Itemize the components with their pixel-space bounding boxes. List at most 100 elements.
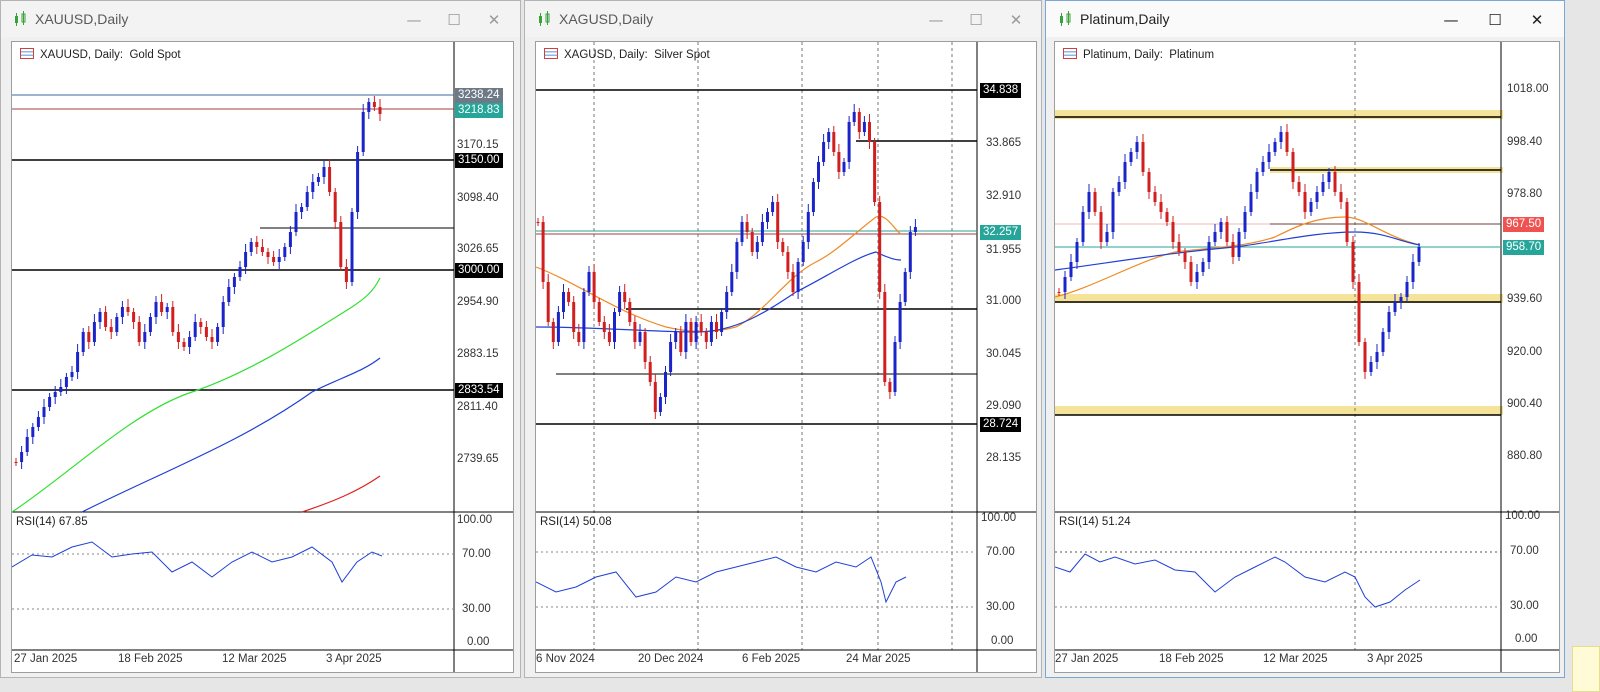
- candle-body: [244, 252, 248, 267]
- candle-body: [188, 337, 192, 347]
- chart-label-icon: [1063, 48, 1077, 59]
- vertical-grid: [593, 42, 953, 650]
- candle-body: [628, 302, 632, 322]
- rsi-scale-label: 0.00: [1515, 633, 1538, 645]
- price-tag: 34.838: [980, 83, 1022, 98]
- platinum-window-titlebar[interactable]: Platinum,Daily — ☐ ✕: [1046, 1, 1564, 37]
- minimize-button[interactable]: —: [1436, 9, 1466, 31]
- candle-body: [786, 252, 790, 272]
- candle-body: [913, 227, 917, 232]
- close-button[interactable]: ✕: [1001, 9, 1031, 31]
- date-label: 27 Jan 2025: [1055, 653, 1119, 665]
- candle-body: [643, 332, 647, 362]
- candle-body: [1393, 302, 1397, 312]
- candle-body: [1087, 192, 1091, 212]
- silver-window-titlebar[interactable]: XAGUSD,Daily — ☐ ✕: [525, 1, 1041, 37]
- platinum-candles: [1057, 124, 1421, 379]
- candle-body: [704, 332, 708, 342]
- candle-body: [143, 332, 147, 342]
- candle-body: [562, 292, 565, 312]
- rsi-label: RSI(14) 50.08: [540, 516, 612, 528]
- maximize-button[interactable]: ☐: [439, 9, 469, 31]
- candle-body: [740, 222, 744, 242]
- gold-chart-canvas[interactable]: [12, 42, 513, 672]
- candle-body: [898, 302, 902, 342]
- candle-body: [781, 242, 785, 252]
- minimize-button[interactable]: —: [399, 9, 429, 31]
- silver-chart-canvas[interactable]: [536, 42, 1036, 672]
- date-label: 20 Dec 2024: [638, 653, 704, 665]
- candle-body: [888, 382, 892, 392]
- candle-body: [1417, 247, 1421, 262]
- price-scale-label: 1018.00: [1507, 83, 1549, 95]
- candle-body: [1177, 242, 1181, 252]
- candle-body: [811, 182, 815, 212]
- candle-body: [176, 332, 180, 342]
- candle-body: [350, 212, 354, 282]
- candle-body: [216, 327, 220, 342]
- silver-chart-window[interactable]: XAGUSD,Daily — ☐ ✕ XAGUSD, Daily: Silver…: [524, 0, 1042, 678]
- candle-body: [165, 307, 169, 312]
- notification-corner[interactable]: [1572, 646, 1600, 692]
- rsi-scale-label: 0.00: [991, 635, 1014, 647]
- price-tag: 3000.00: [455, 263, 503, 278]
- candle-body: [199, 322, 203, 327]
- candle-body: [1075, 242, 1079, 262]
- minimize-button[interactable]: —: [921, 9, 951, 31]
- maximize-button[interactable]: ☐: [961, 9, 991, 31]
- candle-body: [827, 132, 831, 142]
- candle-body: [832, 132, 836, 152]
- candle-body: [1255, 172, 1259, 192]
- candle-body: [582, 292, 586, 342]
- close-button[interactable]: ✕: [1522, 9, 1552, 31]
- candle-body: [288, 232, 292, 247]
- silver-chart-area[interactable]: XAGUSD, Daily: Silver Spot RSI(14) 50.08…: [535, 41, 1037, 673]
- candle-body: [852, 112, 856, 122]
- candle-body: [1357, 282, 1361, 342]
- candle-body: [694, 322, 698, 342]
- candle-body: [1183, 252, 1187, 262]
- candle-body: [572, 302, 576, 332]
- gold-chart-window[interactable]: XAUUSD,Daily — ☐ ✕ XAUUSD, Daily: Gold S…: [0, 0, 521, 678]
- candle-body: [602, 322, 606, 332]
- candle-body: [367, 102, 371, 112]
- candle-body: [613, 312, 616, 342]
- price-scale-label: 900.40: [1507, 398, 1543, 410]
- candle-body: [182, 342, 186, 347]
- candle-body: [1303, 192, 1307, 212]
- candle-body: [76, 352, 80, 372]
- window-title: Platinum,Daily: [1080, 11, 1170, 27]
- candle-body: [847, 122, 851, 162]
- candle-body: [577, 332, 581, 342]
- platinum-chart-window[interactable]: Platinum,Daily — ☐ ✕ Platinum, Daily: Pl…: [1045, 0, 1565, 678]
- support-zone: [1055, 406, 1503, 415]
- candle-body: [333, 192, 337, 222]
- platinum-chart-canvas[interactable]: [1055, 42, 1559, 672]
- candle-body: [221, 302, 225, 327]
- platinum-chart-area[interactable]: Platinum, Daily: Platinum RSI(14) 51.24 …: [1054, 41, 1560, 673]
- candle-body: [1099, 212, 1103, 242]
- candle-body: [1363, 342, 1367, 372]
- candle-body: [1165, 212, 1169, 222]
- candle-body: [1135, 142, 1139, 152]
- maximize-button[interactable]: ☐: [1480, 9, 1510, 31]
- price-scale-label: 3170.15: [457, 139, 499, 151]
- ma-green: [12, 277, 381, 513]
- gold-window-titlebar[interactable]: XAUUSD,Daily — ☐ ✕: [1, 1, 520, 37]
- gold-chart-area[interactable]: XAUUSD, Daily: Gold Spot RSI(14) 67.85 3…: [11, 41, 514, 673]
- candle-body: [14, 462, 18, 463]
- candle-body: [1321, 182, 1325, 192]
- candle-body: [1375, 352, 1379, 362]
- candle-body: [1057, 292, 1061, 293]
- candle-body: [1309, 202, 1313, 212]
- candle-body: [1081, 212, 1085, 242]
- rsi-scale-label: 100.00: [1505, 510, 1541, 522]
- close-button[interactable]: ✕: [479, 9, 509, 31]
- candle-body: [356, 152, 360, 212]
- price-tag: 3150.00: [455, 153, 503, 168]
- candle-body: [1387, 312, 1391, 332]
- candle-body: [1405, 282, 1409, 297]
- candle-body: [132, 312, 136, 322]
- candle-body: [873, 142, 877, 202]
- candle-body: [272, 257, 276, 262]
